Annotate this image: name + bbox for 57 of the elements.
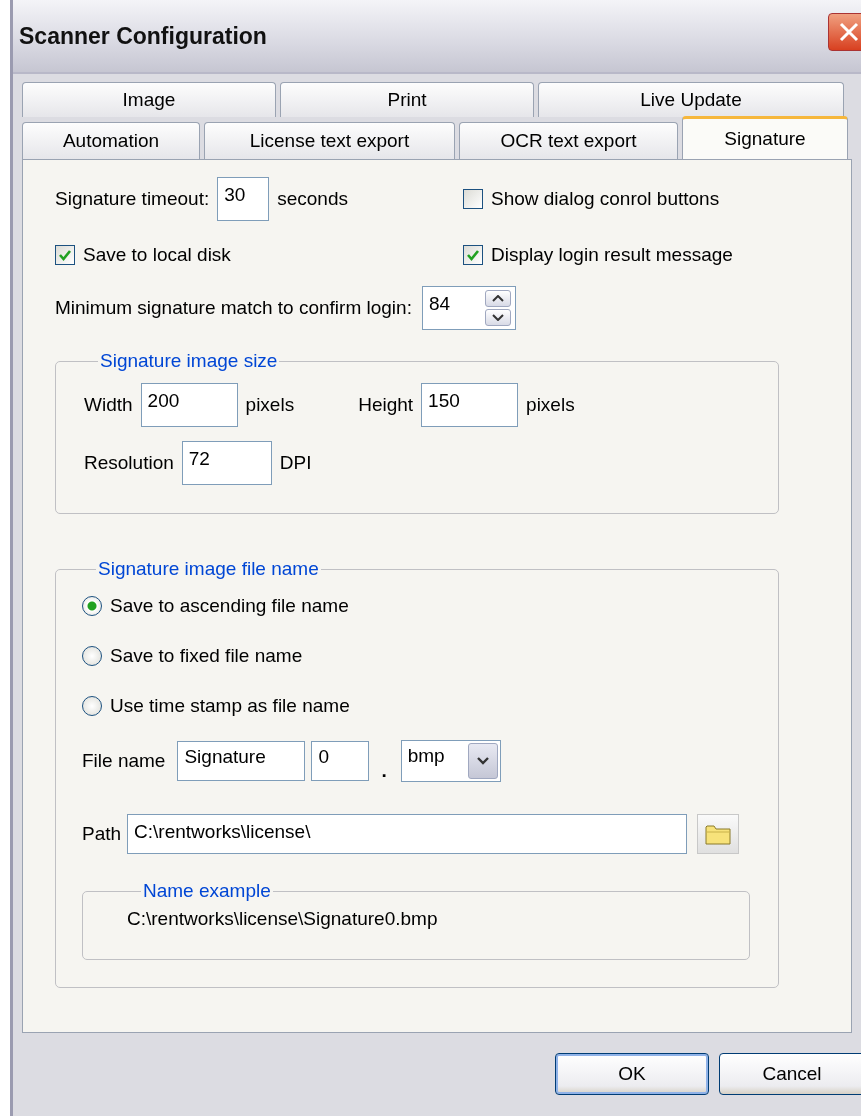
field-label: Path [82,823,122,845]
checkbox[interactable] [55,245,75,265]
checkbox-label: Save to local disk [83,244,231,266]
check-icon [58,248,72,262]
group-legend: Signature image size [98,350,280,372]
field-label: File name [82,750,166,772]
close-icon [838,21,860,43]
field-label: Width [84,394,133,416]
text-field[interactable]: 150 [421,383,519,427]
checkbox-label: Show dialog conrol buttons [491,188,720,210]
unit-label: seconds [277,188,348,210]
text-field[interactable]: 72 [181,441,272,485]
text-field[interactable]: C:\rentworks\license\ [127,814,688,854]
close-button[interactable] [828,13,861,51]
checkbox[interactable] [463,245,483,265]
unit-label: pixels [526,394,575,416]
checkbox-label: Display login result message [491,244,733,266]
group-legend: Name example [141,880,273,902]
unit-label: DPI [279,452,312,474]
tab[interactable]: OCR text export [459,122,678,159]
tab[interactable]: Automation [22,122,200,159]
number-field[interactable]: 30 [217,177,270,221]
tab[interactable]: Live Update [538,82,844,117]
spin-down-button[interactable] [484,309,511,326]
field-label: Resolution [84,452,174,474]
tab[interactable]: License text export [204,122,455,159]
folder-icon [705,823,732,845]
radio-label: Use time stamp as file name [110,695,350,717]
text-field[interactable]: 200 [140,383,238,427]
separator-label: . [381,760,387,782]
checkbox[interactable] [463,189,483,209]
tab[interactable]: Print [280,82,534,117]
group-legend: Signature image file name [96,558,321,580]
radio-label: Save to ascending file name [110,595,349,617]
window-title: Scanner Configuration [18,22,267,50]
radio-button[interactable] [82,596,102,616]
text-field[interactable]: Signature [177,741,306,781]
radio-label: Save to fixed file name [110,645,303,667]
text-field[interactable]: 0 [311,741,370,781]
example-text: C:\rentworks\license\Signature0.bmp [127,908,439,930]
dropdown-button[interactable] [467,743,498,779]
unit-label: pixels [245,394,295,416]
check-icon [466,248,480,262]
field-label: Height [358,394,414,416]
chevron-down-icon [476,757,489,765]
cancel-button[interactable]: Cancel [719,1053,861,1095]
tab[interactable]: Image [22,82,276,117]
field-label: Signature timeout: [55,188,210,210]
up-caret-icon [491,295,504,302]
dropdown[interactable]: bmp [400,740,501,782]
spin-up-button[interactable] [484,290,511,307]
radio-button[interactable] [82,696,102,716]
tab[interactable]: Signature [682,116,848,159]
down-caret-icon [491,314,504,321]
field-label: Minimum signature match to confirm login: [55,297,412,319]
radio-button[interactable] [82,646,102,666]
ok-button[interactable]: OK [555,1053,709,1095]
